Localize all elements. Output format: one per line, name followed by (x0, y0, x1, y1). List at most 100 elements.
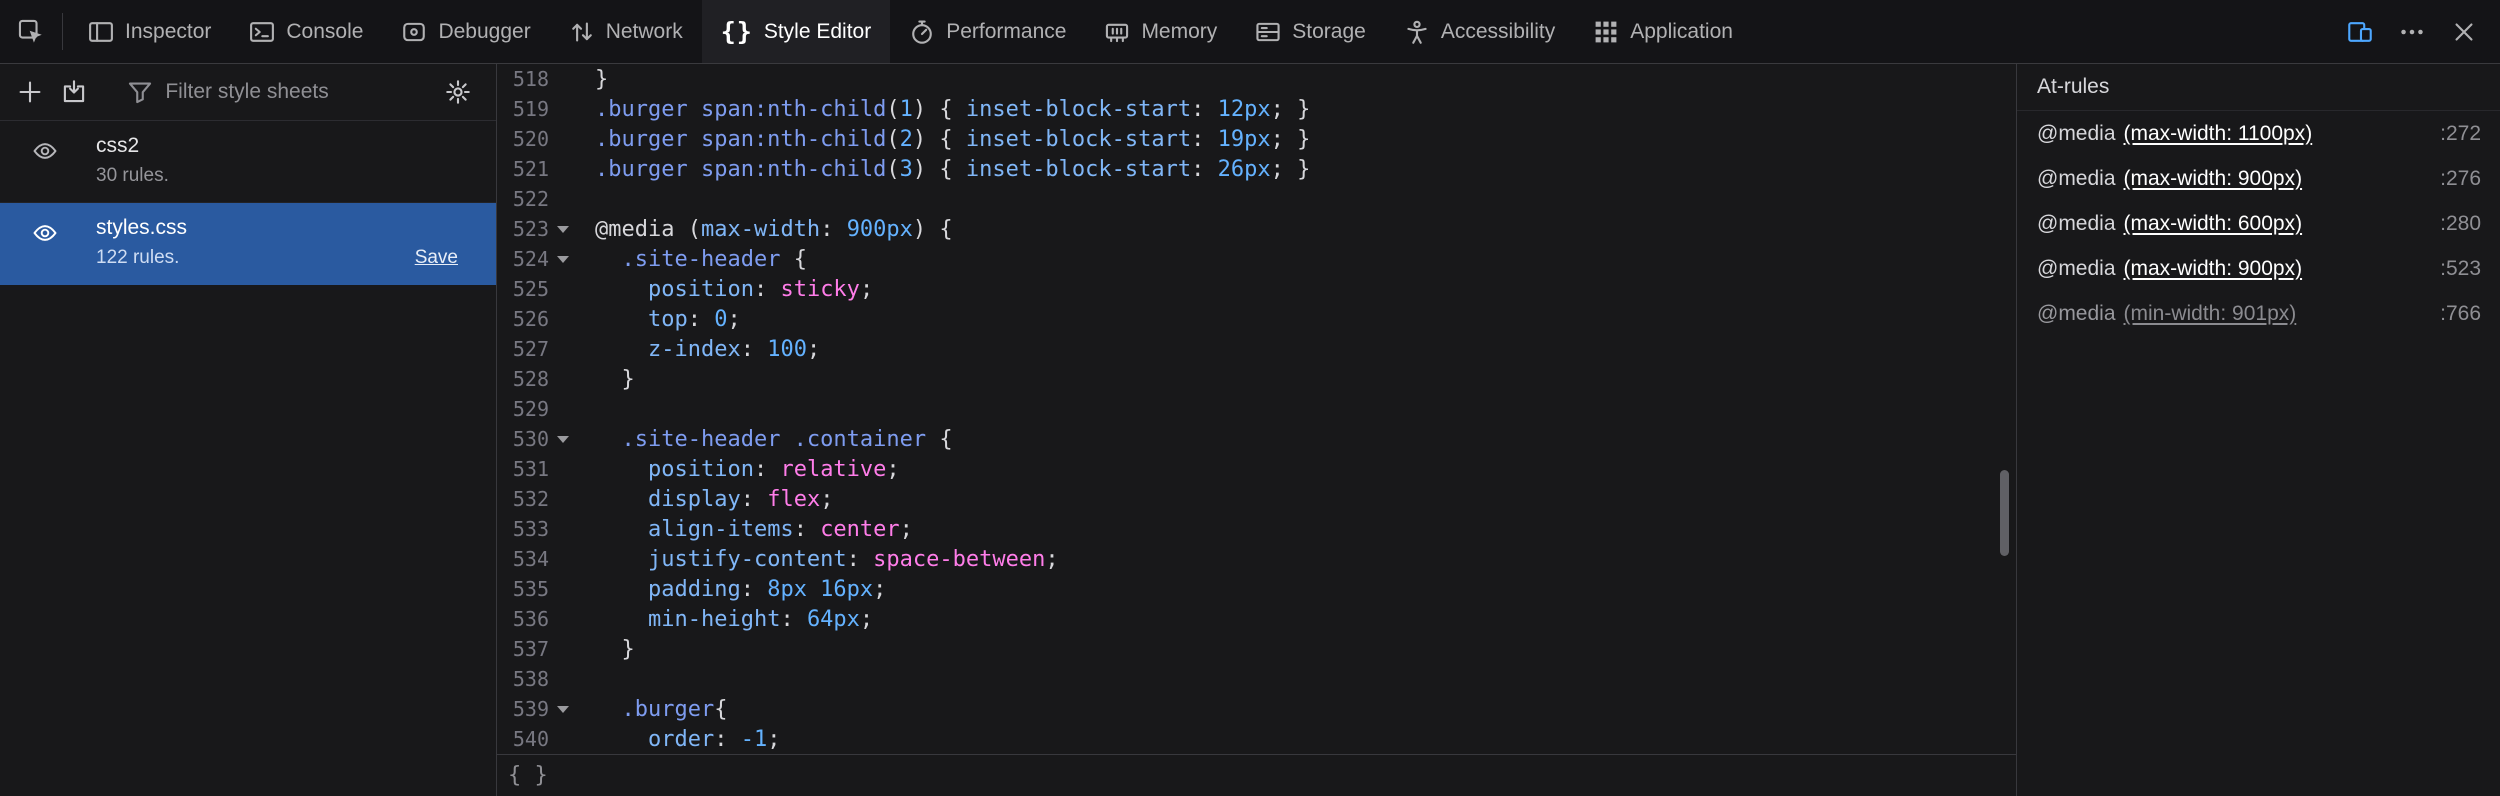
style-editor-options-button[interactable] (436, 69, 480, 115)
code-line[interactable]: 533 align-items: center; (497, 514, 2016, 544)
code-line[interactable]: 537 } (497, 634, 2016, 664)
code-text: top: 0; (647, 306, 741, 332)
code-text: min-height: 64px; (647, 606, 874, 632)
line-number: 539 (512, 697, 549, 721)
code-line[interactable]: 525 position: sticky; (497, 274, 2016, 304)
filter-stylesheets-input[interactable] (165, 80, 437, 104)
stylesheet-rule-count: 122 rules. (96, 247, 180, 268)
at-rules-panel-title: At-rules (2017, 64, 2500, 111)
code-line[interactable]: 539 .burger{ (497, 694, 2016, 724)
code-line[interactable]: 532 display: flex; (497, 484, 2016, 514)
code-line[interactable]: 524 .site-header { (497, 244, 2016, 274)
code-text: .burger span:nth-child(3) { inset-block-… (595, 156, 1311, 182)
debugger-icon (401, 19, 427, 45)
tab-accessibility[interactable]: Accessibility (1385, 0, 1574, 63)
fold-toggle-icon[interactable] (549, 435, 577, 443)
at-rule-item[interactable]: @media (max-width: 600px):280 (2017, 201, 2500, 246)
at-rule-item[interactable]: @media (min-width: 901px):766 (2017, 291, 2500, 336)
tab-application[interactable]: Application (1574, 0, 1752, 63)
code-line[interactable]: 523 @media (max-width: 900px) { (497, 214, 2016, 244)
at-rule-item[interactable]: @media (max-width: 1100px):272 (2017, 111, 2500, 156)
code-line[interactable]: 526 top: 0; (497, 304, 2016, 334)
options-gear-icon (445, 79, 471, 105)
code-line[interactable]: 521 .burger span:nth-child(3) { inset-blo… (497, 154, 2016, 184)
at-rule-item[interactable]: @media (max-width: 900px):276 (2017, 156, 2500, 201)
code-text: } (595, 366, 635, 392)
code-line[interactable]: 529 (497, 394, 2016, 424)
media-sidebar-toggle[interactable]: { } (508, 763, 548, 788)
fold-toggle-icon[interactable] (549, 225, 577, 233)
memory-icon (1104, 19, 1130, 45)
responsive-design-mode-icon (2347, 19, 2373, 45)
fold-toggle-icon[interactable] (549, 705, 577, 713)
stylesheet-item-css2[interactable]: css2 30 rules. (0, 121, 496, 203)
tab-storage[interactable]: Storage (1236, 0, 1385, 63)
at-rule-condition-link[interactable]: (max-width: 900px) (2124, 257, 2303, 281)
tab-debugger[interactable]: Debugger (382, 0, 549, 63)
code-lines: 518} 519 .burger span:nth-child(1) { inset… (497, 64, 2016, 754)
at-rule-line-ref: :280 (2440, 211, 2481, 235)
at-rule-condition-link[interactable]: (max-width: 600px) (2124, 212, 2303, 236)
filter-icon (127, 79, 153, 105)
code-line[interactable]: 536 min-height: 64px; (497, 604, 2016, 634)
accessibility-icon (1404, 19, 1430, 45)
line-number: 535 (512, 577, 549, 601)
at-rule-item[interactable]: @media (max-width: 900px):523 (2017, 246, 2500, 291)
code-text: align-items: center; (647, 516, 913, 542)
save-stylesheet-link[interactable]: Save (415, 247, 458, 269)
import-stylesheet-icon (61, 79, 87, 105)
code-editor[interactable]: 518} 519 .burger span:nth-child(1) { inset… (497, 64, 2016, 754)
toolbar-divider (62, 13, 63, 50)
code-line[interactable]: 538 (497, 664, 2016, 694)
line-number: 524 (512, 247, 549, 271)
responsive-design-mode-button[interactable] (2334, 0, 2386, 63)
code-line[interactable]: 527 z-index: 100; (497, 334, 2016, 364)
tab-console[interactable]: Console (230, 0, 382, 63)
tab-label: Application (1630, 19, 1733, 43)
code-line[interactable]: 534 justify-content: space-between; (497, 544, 2016, 574)
line-number: 531 (512, 457, 549, 481)
code-line[interactable]: 540 order: -1; (497, 724, 2016, 754)
code-line[interactable]: 522 (497, 184, 2016, 214)
code-line[interactable]: 530 .site-header .container { (497, 424, 2016, 454)
node-picker-icon (18, 19, 44, 45)
toggle-visibility-button[interactable] (29, 134, 61, 187)
stylesheet-name: css2 (96, 134, 140, 157)
stylesheet-item-styles.css[interactable]: styles.css 122 rules. Save (0, 203, 496, 285)
at-rules-list: @media (max-width: 1100px):272 @media (max-… (2017, 111, 2500, 336)
line-number: 525 (512, 277, 549, 301)
code-line[interactable]: 531 position: relative; (497, 454, 2016, 484)
stylesheet-sidebar: css2 30 rules. styles.css 122 rules. Save (0, 64, 497, 796)
at-rule-condition-link[interactable]: (max-width: 1100px) (2124, 122, 2313, 146)
line-number: 529 (512, 397, 549, 421)
code-line[interactable]: 519 .burger span:nth-child(1) { inset-blo… (497, 94, 2016, 124)
fold-toggle-icon[interactable] (549, 255, 577, 263)
import-stylesheet-button[interactable] (52, 69, 96, 115)
line-number: 534 (512, 547, 549, 571)
editor-scrollbar-thumb[interactable] (2000, 470, 2009, 556)
tab-label: Memory (1141, 19, 1218, 43)
toggle-visibility-button[interactable] (29, 216, 61, 269)
tab-inspector[interactable]: Inspector (69, 0, 230, 63)
line-number: 527 (512, 337, 549, 361)
code-line[interactable]: 528 } (497, 364, 2016, 394)
tab-memory[interactable]: Memory (1085, 0, 1236, 63)
more-tools-button[interactable] (2386, 0, 2438, 63)
line-number: 523 (512, 217, 549, 241)
at-rule-condition-link[interactable]: (min-width: 901px) (2124, 302, 2297, 326)
add-stylesheet-button[interactable] (8, 69, 52, 115)
tab-network[interactable]: Network (550, 0, 702, 63)
code-text: .burger span:nth-child(2) { inset-block-… (595, 126, 1311, 152)
at-rule-line-ref: :272 (2440, 121, 2481, 145)
tab-performance[interactable]: Performance (890, 0, 1085, 63)
at-rule-condition-link[interactable]: (max-width: 900px) (2124, 167, 2303, 191)
code-line[interactable]: 518} (497, 64, 2016, 94)
tab-style-editor[interactable]: {} Style Editor (701, 0, 891, 63)
eye-icon (29, 139, 61, 163)
devtools-main: css2 30 rules. styles.css 122 rules. Save 51… (0, 64, 2500, 796)
close-devtools-button[interactable] (2438, 0, 2490, 63)
code-line[interactable]: 520 .burger span:nth-child(2) { inset-blo… (497, 124, 2016, 154)
filter-stylesheets (127, 79, 437, 105)
code-line[interactable]: 535 padding: 8px 16px; (497, 574, 2016, 604)
pick-element-button[interactable] (6, 0, 56, 63)
